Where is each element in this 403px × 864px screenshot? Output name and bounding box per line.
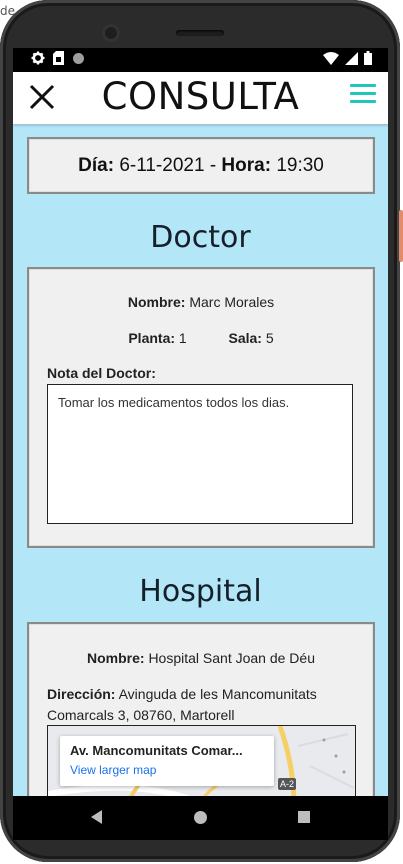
signal-icon (345, 51, 358, 68)
map-info-card: Av. Mancomunitats Comar... View larger m… (60, 736, 274, 786)
dia-label: Día: (78, 155, 115, 176)
doctor-name-row: Nombre: Marc Morales (29, 294, 373, 310)
hospital-name-label: Nombre: (86, 650, 145, 666)
battery-icon (364, 51, 372, 68)
front-camera (102, 24, 120, 42)
hora-value: 19:30 (276, 155, 324, 176)
planta-value: 1 (178, 330, 187, 346)
app-bar: CONSULTA (13, 72, 388, 124)
sala-label: Sala: (228, 330, 262, 346)
dia-value: 6-11-2021 (119, 155, 205, 176)
doctor-section-title: Doctor (150, 220, 251, 255)
power-button[interactable] (399, 210, 403, 262)
status-bar (13, 48, 388, 72)
road-label-a2: A-2 (278, 778, 297, 790)
home-icon[interactable] (194, 811, 207, 824)
hora-label: Hora: (221, 155, 272, 176)
hospital-address-label: Dirección: (47, 686, 116, 702)
appointment-datetime-box: Día: 6-11-2021 - Hora: 19:30 (27, 137, 375, 194)
earpiece-speaker (176, 30, 224, 36)
doctor-location-row: Planta: 1 Sala: 5 (29, 330, 373, 346)
planta-label: Planta: (128, 330, 176, 346)
hamburger-menu-icon[interactable] (350, 84, 376, 110)
embedded-map[interactable]: A-2 Av. Mancomunitats Comar... View larg… (47, 725, 356, 796)
close-icon[interactable] (27, 82, 57, 112)
gear-icon (31, 51, 45, 68)
doctor-name-value: Marc Morales (189, 294, 275, 310)
wifi-icon (323, 51, 339, 68)
recents-icon[interactable] (298, 811, 310, 823)
dot-icon (72, 52, 85, 68)
doctor-note-label: Nota del Doctor: (47, 365, 156, 381)
hospital-address: Dirección: Avinguda de les Mancomunitats… (47, 684, 357, 726)
doctor-note-field[interactable]: Tomar los medicamentos todos los dias. (47, 384, 353, 524)
sim-card-icon (53, 51, 64, 68)
screen: CONSULTA Día: 6-11-2021 - Hora: 19:30 Do… (13, 48, 388, 796)
doctor-card: Nombre: Marc Morales Planta: 1 Sala: 5 N… (27, 267, 375, 548)
doctor-name-label: Nombre: (127, 294, 186, 310)
hospital-card: Nombre: Hospital Sant Joan de Déu Direcc… (27, 622, 375, 796)
android-nav-bar (13, 796, 388, 840)
page-title: CONSULTA (101, 75, 300, 118)
datetime-separator: - (209, 155, 217, 176)
hospital-name-row: Nombre: Hospital Sant Joan de Déu (29, 650, 373, 666)
sala-value: 5 (265, 330, 274, 346)
view-larger-map-link[interactable]: View larger map (70, 763, 156, 777)
hospital-section-title: Hospital (139, 574, 262, 609)
hospital-name-value: Hospital Sant Joan de Déu (148, 650, 315, 666)
back-icon[interactable] (91, 810, 102, 824)
map-place-title: Av. Mancomunitats Comar... (70, 743, 243, 758)
